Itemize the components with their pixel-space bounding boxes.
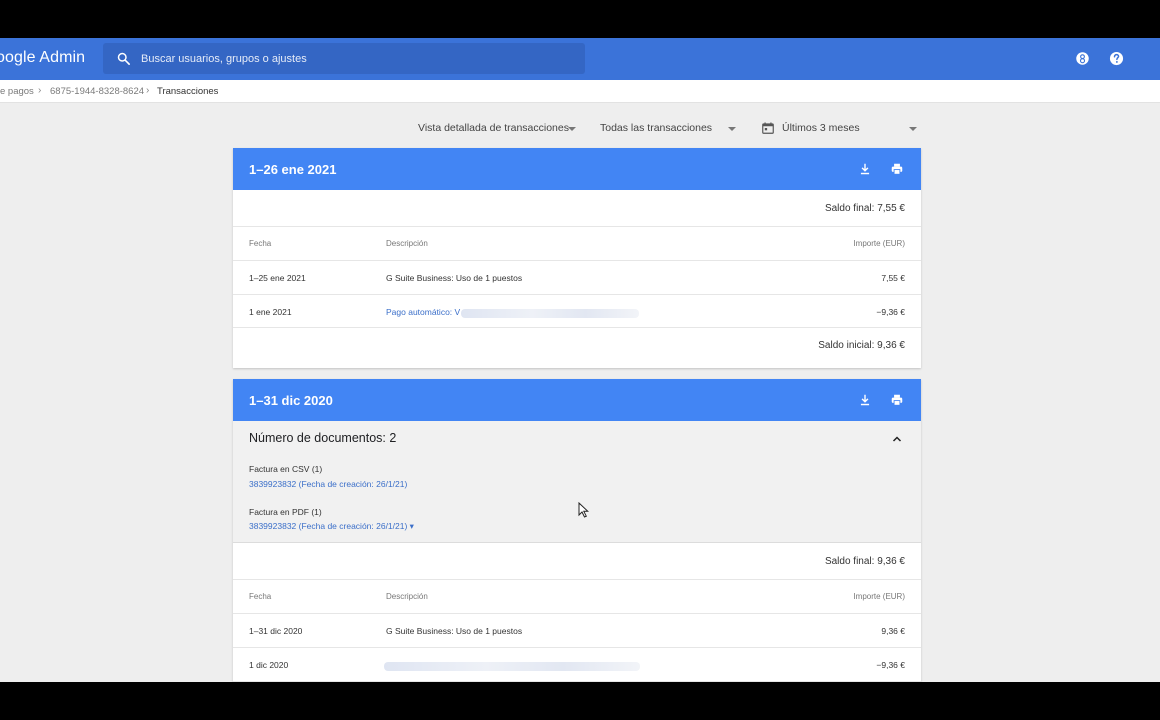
row-amount: 7,55 € [881, 273, 905, 283]
chevron-up-icon[interactable] [891, 433, 903, 445]
print-icon[interactable] [890, 162, 904, 176]
table-row: 1 ene 2021 Pago automático: V −9,36 € [233, 295, 921, 328]
ending-balance-row: Saldo final: 7,55 € [233, 190, 921, 227]
search-icon [117, 52, 130, 65]
apps-badge-icon[interactable] [1075, 51, 1090, 66]
statement-card: 1–26 ene 2021 Saldo final: 7,55 € Fecha … [233, 148, 921, 368]
documents-panel: Número de documentos: 2 Factura en CSV (… [233, 421, 921, 543]
dropdown-arrow-icon[interactable] [568, 127, 576, 131]
table-row: 1–31 dic 2020 G Suite Business: Uso de 1… [233, 614, 921, 648]
statement-title: 1–31 dic 2020 [249, 393, 333, 408]
filter-range-select[interactable]: Últimos 3 meses [782, 122, 860, 134]
breadcrumb: e pagos › 6875-1944-8328-8624 › Transacc… [0, 80, 1160, 103]
redacted-text [384, 662, 640, 671]
column-header-description: Descripción [386, 592, 428, 601]
row-amount: −9,36 € [876, 307, 905, 317]
statement-card: 1–31 dic 2020 Número de documentos: 2 Fa… [233, 379, 921, 682]
document-link[interactable]: 3839923832 (Fecha de creación: 26/1/21) [249, 479, 407, 489]
row-date: 1–25 ene 2021 [249, 273, 306, 283]
ending-balance: Saldo final: 9,36 € [824, 556, 905, 567]
admin-viewport: oogle Admin e pagos › 6875-1944-8328-862… [0, 38, 1160, 682]
breadcrumb-item-current: Transacciones [157, 86, 219, 97]
document-label: Factura en CSV (1) [249, 464, 323, 474]
dropdown-arrow-icon[interactable] [728, 127, 736, 131]
print-icon[interactable] [890, 393, 904, 407]
dropdown-arrow-icon[interactable] [909, 127, 917, 131]
table-row: 1–25 ene 2021 G Suite Business: Uso de 1… [233, 261, 921, 295]
filter-type-select[interactable]: Todas las transacciones [600, 122, 712, 134]
mouse-cursor-icon [578, 502, 589, 518]
table-header-row: Fecha Descripción Importe (EUR) [233, 580, 921, 614]
column-header-date: Fecha [249, 239, 272, 248]
row-description: G Suite Business: Uso de 1 puestos [386, 626, 523, 636]
redacted-text [461, 309, 639, 318]
row-date: 1 ene 2021 [249, 307, 292, 317]
payment-link[interactable]: Pago automático: V [386, 307, 460, 317]
app-brand[interactable]: oogle Admin [0, 49, 85, 67]
row-description: G Suite Business: Uso de 1 puestos [386, 273, 523, 283]
table-row: 1 dic 2020 −9,36 € [233, 648, 921, 682]
starting-balance: Saldo inicial: 9,36 € [818, 340, 905, 351]
document-label: Factura en PDF (1) [249, 507, 322, 517]
search-input[interactable] [141, 43, 571, 74]
document-link[interactable]: 3839923832 (Fecha de creación: 26/1/21) … [249, 521, 414, 532]
filter-view-select[interactable]: Vista detallada de transacciones [418, 122, 569, 134]
help-icon[interactable] [1109, 51, 1124, 66]
column-header-date: Fecha [249, 592, 272, 601]
row-date: 1–31 dic 2020 [249, 626, 303, 636]
statement-header: 1–26 ene 2021 [233, 148, 921, 190]
calendar-icon [762, 122, 774, 134]
search-box[interactable] [103, 43, 585, 74]
column-header-amount: Importe (EUR) [853, 239, 905, 248]
breadcrumb-item-account[interactable]: 6875-1944-8328-8624 [50, 86, 144, 97]
download-icon[interactable] [858, 162, 872, 176]
ending-balance-row: Saldo final: 9,36 € [233, 543, 921, 580]
download-icon[interactable] [858, 393, 872, 407]
column-header-amount: Importe (EUR) [853, 592, 905, 601]
chevron-right-icon: › [146, 85, 150, 96]
top-app-bar: oogle Admin [0, 38, 1160, 80]
statement-title: 1–26 ene 2021 [249, 162, 337, 177]
row-date: 1 dic 2020 [249, 660, 289, 670]
documents-count: Número de documentos: 2 [249, 431, 397, 445]
statement-header: 1–31 dic 2020 [233, 379, 921, 421]
row-amount: 9,36 € [881, 626, 905, 636]
row-amount: −9,36 € [876, 660, 905, 670]
table-header-row: Fecha Descripción Importe (EUR) [233, 227, 921, 261]
column-header-description: Descripción [386, 239, 428, 248]
ending-balance: Saldo final: 7,55 € [824, 203, 905, 214]
chevron-right-icon: › [38, 85, 42, 96]
breadcrumb-item-billing[interactable]: e pagos [0, 86, 34, 97]
